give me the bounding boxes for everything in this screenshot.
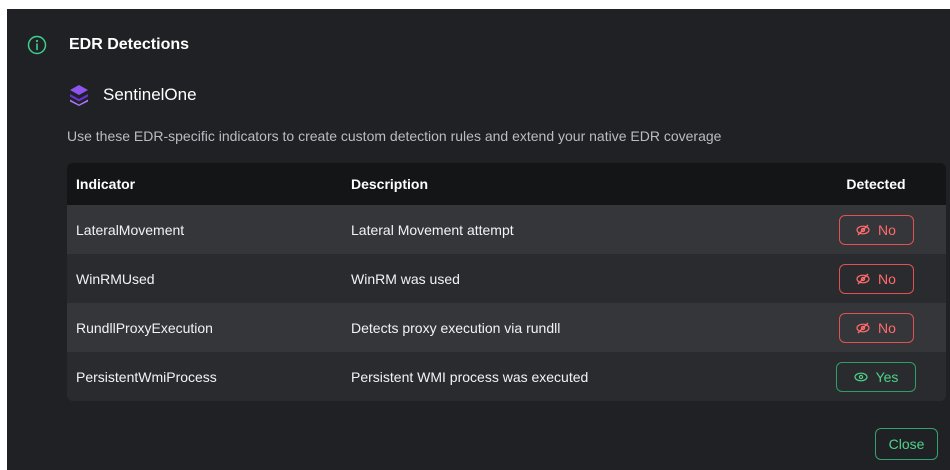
description-cell: Lateral Movement attempt xyxy=(351,221,514,238)
close-button[interactable]: Close xyxy=(875,428,938,460)
vendor-name: SentinelOne xyxy=(103,85,197,104)
detected-cell: Yes xyxy=(806,361,946,392)
description-cell: Persistent WMI process was executed xyxy=(351,368,589,385)
info-circle-icon xyxy=(27,35,47,55)
indicator-cell: PersistentWmiProcess xyxy=(76,368,217,385)
detected-no-badge: No xyxy=(838,312,914,343)
table-row: RundllProxyExecution Detects proxy execu… xyxy=(67,303,946,352)
dialog-description: Use these EDR-specific indicators to cre… xyxy=(67,128,722,144)
column-header-detected: Detected xyxy=(846,176,906,192)
detections-table: Indicator Description Detected LateralMo… xyxy=(67,163,946,401)
detected-yes-badge: Yes xyxy=(836,361,916,392)
column-header-description: Description xyxy=(351,176,429,192)
indicator-cell: WinRMUsed xyxy=(76,270,155,287)
dialog-header: EDR Detections xyxy=(27,35,189,55)
detected-cell: No xyxy=(806,263,946,294)
table-row: LateralMovement Lateral Movement attempt… xyxy=(67,205,946,254)
column-header-indicator: Indicator xyxy=(76,176,136,192)
sentinelone-logo-icon xyxy=(67,83,91,107)
eye-off-icon xyxy=(856,322,870,333)
edr-detections-dialog: EDR Detections SentinelOne Use these EDR… xyxy=(7,9,950,470)
detected-label: No xyxy=(878,270,896,287)
description-cell: WinRM was used xyxy=(351,270,460,287)
detected-label: No xyxy=(878,319,896,336)
table-row: WinRMUsed WinRM was used No xyxy=(67,254,946,303)
indicator-cell: RundllProxyExecution xyxy=(76,319,213,336)
eye-off-icon xyxy=(856,273,870,284)
detected-label: Yes xyxy=(875,368,899,385)
table-header-row: Indicator Description Detected xyxy=(67,163,946,205)
eye-icon xyxy=(853,372,868,381)
detected-cell: No xyxy=(806,214,946,245)
detected-label: No xyxy=(878,221,896,238)
description-cell: Detects proxy execution via rundll xyxy=(351,319,561,336)
indicator-cell: LateralMovement xyxy=(76,221,185,238)
eye-off-icon xyxy=(856,224,870,235)
detected-no-badge: No xyxy=(838,263,914,294)
vendor-header: SentinelOne xyxy=(67,83,197,107)
detected-cell: No xyxy=(806,312,946,343)
detected-no-badge: No xyxy=(838,214,914,245)
table-row: PersistentWmiProcess Persistent WMI proc… xyxy=(67,352,946,401)
dialog-title: EDR Detections xyxy=(69,36,190,53)
